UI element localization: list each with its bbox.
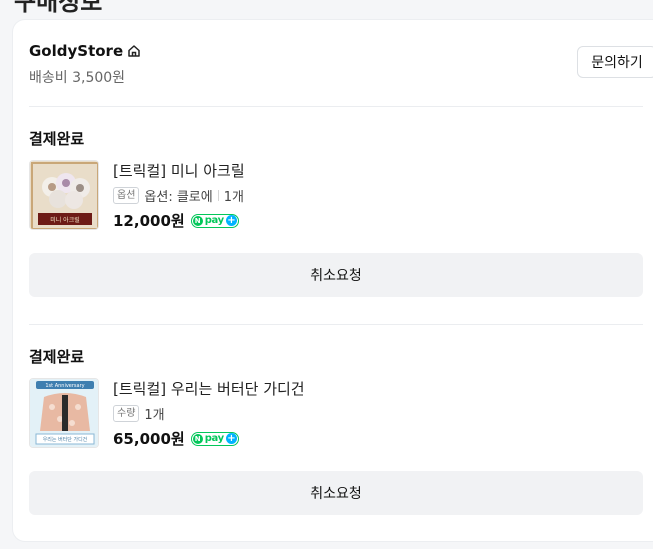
store-link[interactable]: GoldyStore [29,42,141,60]
thumbnail-banner: 1st Anniversary [45,383,84,389]
price: 12,000원 [113,212,185,230]
divider [29,106,643,107]
npay-label: pay [204,214,225,226]
price: 65,000원 [113,430,185,448]
store-header: GoldyStore 배송비 3,500원 문의하기 [29,42,653,102]
option-text: 옵션: 클로에 [144,190,213,205]
inquiry-button[interactable]: 문의하기 [577,46,653,78]
npay-badge: N pay + [190,213,239,228]
order-card: GoldyStore 배송비 3,500원 문의하기 결제완료 미니 아크릴 [… [13,20,653,541]
naver-n-icon: N [192,215,203,226]
option-row: 수량 1개 [113,404,165,423]
cancel-request-button[interactable]: 취소요청 [29,253,643,297]
quantity: 1개 [223,190,244,205]
option-row: 옵션 옵션: 클로에 1개 [113,186,244,205]
page-heading: 구매정보 [14,0,103,16]
product-name[interactable]: [트릭컬] 미니 아크릴 [113,160,245,181]
plus-icon: + [225,432,237,444]
thumbnail-caption: 미니 아크릴 [50,216,80,224]
shipping-fee: 배송비 3,500원 [29,70,126,86]
store-name: GoldyStore [29,42,124,60]
plus-icon: + [225,214,237,226]
product-name[interactable]: [트릭컬] 우리는 버터단 가디건 [113,378,305,399]
home-icon [127,44,141,58]
order-item: 결제완료 1st Anniversary 우리는 버터단 가디건 [트릭컬] 우… [29,346,643,516]
npay-label: pay [204,432,225,444]
npay-badge: N pay + [190,431,239,446]
option-tag: 수량 [113,405,140,422]
option-tag: 옵션 [113,187,140,204]
quantity: 1개 [144,408,165,423]
separator [217,190,219,201]
order-status: 결제완료 [29,348,85,366]
order-item: 결제완료 미니 아크릴 [트릭컬] 미니 아크릴 옵션 옵션: 클로에 1개 1… [29,128,643,298]
divider [29,324,643,325]
cancel-request-button[interactable]: 취소요청 [29,471,643,515]
naver-n-icon: N [192,433,203,444]
price-row: 12,000원 N pay + [113,210,239,231]
price-row: 65,000원 N pay + [113,428,239,449]
product-thumbnail[interactable]: 미니 아크릴 [29,160,99,230]
product-thumbnail[interactable]: 1st Anniversary 우리는 버터단 가디건 [29,378,99,448]
order-status: 결제완료 [29,130,85,148]
thumbnail-caption: 우리는 버터단 가디건 [43,436,88,443]
